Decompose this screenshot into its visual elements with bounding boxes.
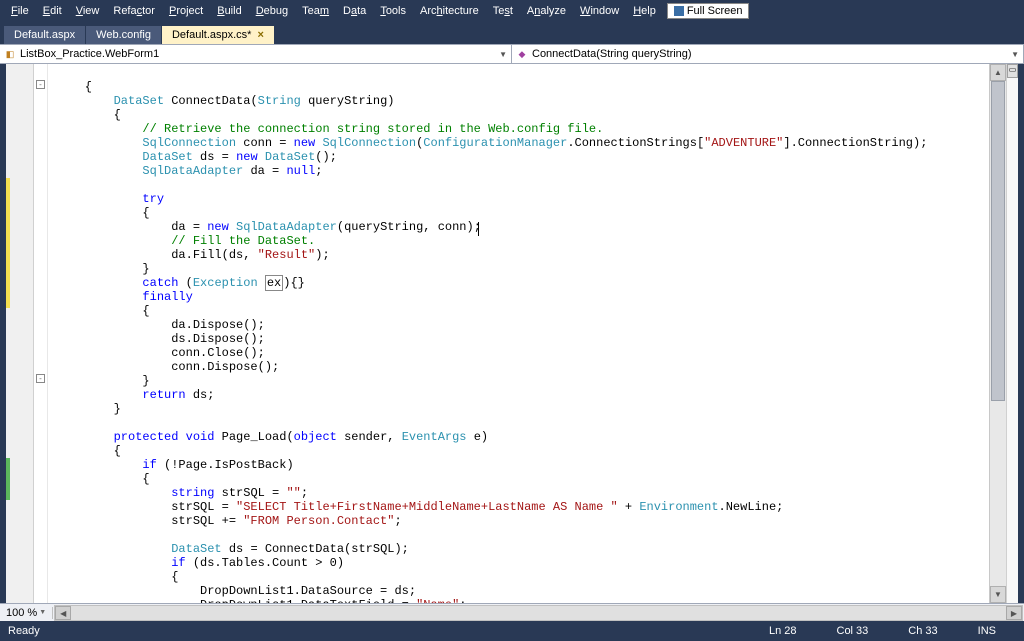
zoom-dropdown[interactable]: 100 % ▼ <box>0 607 53 619</box>
tab-default-aspx[interactable]: Default.aspx <box>4 26 86 44</box>
chevron-down-icon: ▼ <box>39 609 46 616</box>
menu-view[interactable]: View <box>69 2 107 20</box>
collapse-toggle[interactable]: - <box>36 374 45 383</box>
menu-window[interactable]: Window <box>573 2 626 20</box>
document-tab-bar: Default.aspx Web.config Default.aspx.cs*… <box>0 22 1024 44</box>
status-line: Ln 28 <box>749 625 817 637</box>
vertical-scrollbar[interactable]: ▲ ▼ <box>989 64 1006 603</box>
chevron-down-icon: ▼ <box>499 50 507 59</box>
menu-data[interactable]: Data <box>336 2 373 20</box>
type-dropdown-label: ListBox_Practice.WebForm1 <box>20 48 159 60</box>
menu-analyze[interactable]: Analyze <box>520 2 573 20</box>
menu-test[interactable]: Test <box>486 2 520 20</box>
code-nav-bar: ◧ ListBox_Practice.WebForm1 ▼ ◆ ConnectD… <box>0 44 1024 64</box>
overview-ruler[interactable]: ▭ <box>1006 64 1018 603</box>
scroll-down-button[interactable]: ▼ <box>990 586 1006 603</box>
class-icon: ◧ <box>4 48 16 60</box>
collapse-toggle[interactable]: - <box>36 80 45 89</box>
horizontal-scrollbar[interactable]: ◀ ▶ <box>54 605 1023 621</box>
type-dropdown[interactable]: ◧ ListBox_Practice.WebForm1 ▼ <box>0 45 512 63</box>
fullscreen-button[interactable]: Full Screen <box>667 3 750 19</box>
menu-team[interactable]: Team <box>295 2 336 20</box>
tab-web-config[interactable]: Web.config <box>86 26 162 44</box>
tab-label: Default.aspx.cs* <box>172 29 251 41</box>
change-marker <box>6 178 10 308</box>
menu-help[interactable]: Help <box>626 2 663 20</box>
zoom-label: 100 % <box>6 607 37 619</box>
scroll-right-button[interactable]: ▶ <box>1006 606 1022 620</box>
chevron-down-icon: ▼ <box>1011 50 1019 59</box>
tab-default-aspx-cs[interactable]: Default.aspx.cs* × <box>162 26 275 44</box>
scroll-track[interactable] <box>990 81 1006 586</box>
status-ins: INS <box>958 625 1016 637</box>
fullscreen-label: Full Screen <box>687 5 743 17</box>
menu-debug[interactable]: Debug <box>249 2 295 20</box>
member-dropdown[interactable]: ◆ ConnectData(String queryString) ▼ <box>512 45 1024 63</box>
status-col: Col 33 <box>817 625 889 637</box>
status-ch: Ch 33 <box>888 625 957 637</box>
close-icon[interactable]: × <box>257 29 263 41</box>
tab-label: Default.aspx <box>14 29 75 41</box>
menu-bar: File Edit View Refactor Project Build De… <box>0 0 1024 22</box>
tab-label: Web.config <box>96 29 151 41</box>
code-area[interactable]: { DataSet ConnectData(String queryString… <box>48 64 989 603</box>
menu-architecture[interactable]: Architecture <box>413 2 486 20</box>
scroll-thumb[interactable] <box>991 81 1005 401</box>
menu-tools[interactable]: Tools <box>373 2 413 20</box>
menu-build[interactable]: Build <box>210 2 248 20</box>
outline-margin: - - <box>34 64 48 603</box>
change-marker <box>6 458 10 500</box>
status-ready: Ready <box>8 625 40 637</box>
status-bar: Ready Ln 28 Col 33 Ch 33 INS <box>0 621 1024 641</box>
indicator-margin <box>6 64 34 603</box>
text-cursor <box>478 222 479 236</box>
scroll-left-button[interactable]: ◀ <box>55 606 71 620</box>
scroll-up-button[interactable]: ▲ <box>990 64 1006 81</box>
fullscreen-icon <box>674 6 684 16</box>
menu-refactor[interactable]: Refactor <box>106 2 162 20</box>
split-icon[interactable]: ▭ <box>1007 64 1018 78</box>
menu-edit[interactable]: Edit <box>36 2 69 20</box>
method-icon: ◆ <box>516 48 528 60</box>
code-editor[interactable]: - - { DataSet ConnectData(String querySt… <box>0 64 1024 603</box>
editor-bottom-bar: 100 % ▼ ◀ ▶ <box>0 603 1024 621</box>
menu-project[interactable]: Project <box>162 2 210 20</box>
member-dropdown-label: ConnectData(String queryString) <box>532 48 692 60</box>
menu-file[interactable]: File <box>4 2 36 20</box>
